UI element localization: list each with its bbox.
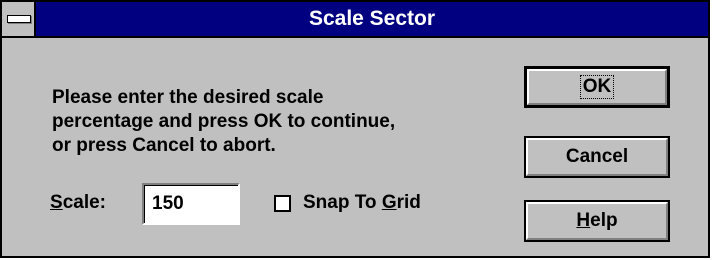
cancel-button-label: Cancel	[565, 146, 629, 167]
window-title: Scale Sector	[308, 7, 436, 30]
ok-button-label: OK	[579, 75, 615, 99]
instruction-text: Please enter the desired scale percentag…	[52, 87, 396, 156]
snap-to-grid-checkbox[interactable]	[274, 194, 291, 212]
snap-label-prefix: Snap To	[303, 192, 382, 213]
help-label-mnemonic: H	[576, 210, 591, 231]
snap-to-grid-label[interactable]: Snap To Grid	[303, 192, 421, 214]
scale-sector-dialog: Scale Sector Please enter the desired sc…	[0, 0, 710, 258]
scale-label-mnemonic: S	[50, 192, 63, 213]
scale-label-text: cale:	[62, 192, 106, 213]
snap-label-suffix: rid	[396, 192, 421, 213]
system-menu-button[interactable]	[2, 2, 36, 36]
title-bar[interactable]: Scale Sector	[2, 2, 708, 38]
help-button[interactable]: Help	[524, 200, 670, 242]
scale-input[interactable]	[142, 183, 240, 225]
snap-label-mnemonic: G	[381, 192, 397, 213]
snap-to-grid-option[interactable]: Snap To Grid	[274, 192, 421, 214]
ok-button[interactable]: OK	[524, 66, 670, 108]
scale-label: Scale:	[50, 192, 106, 214]
help-label-rest: elp	[590, 210, 618, 231]
cancel-button[interactable]: Cancel	[524, 136, 670, 178]
system-menu-icon	[7, 15, 31, 23]
help-button-label: Help	[576, 210, 617, 232]
